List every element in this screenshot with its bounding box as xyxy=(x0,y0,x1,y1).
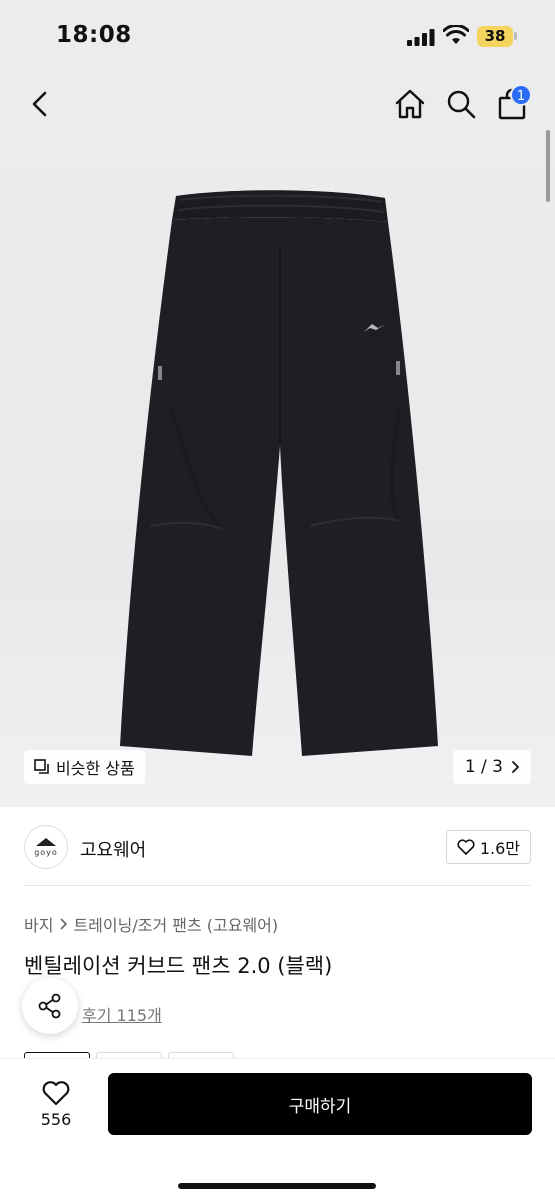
chevron-right-icon xyxy=(512,761,519,773)
cart-count-badge: 1 xyxy=(510,84,532,106)
brand-logo-text: goyo xyxy=(34,848,58,857)
chevron-left-icon xyxy=(32,91,47,117)
divider xyxy=(24,885,531,886)
home-indicator xyxy=(178,1183,376,1189)
similar-products-button[interactable]: 비슷한 상품 xyxy=(24,750,145,784)
share-button[interactable] xyxy=(22,978,78,1034)
battery-tip xyxy=(514,32,517,40)
image-page-indicator[interactable]: 1 / 3 xyxy=(452,750,531,784)
breadcrumb-item[interactable]: 바지 xyxy=(24,912,53,936)
chevron-right-icon xyxy=(60,918,68,930)
status-time: 18:08 xyxy=(56,22,132,48)
breadcrumb-item[interactable]: 트레이닝/조거 팬츠 (고요웨어) xyxy=(73,912,278,936)
battery-indicator: 38 xyxy=(477,26,513,47)
breadcrumb: 바지 트레이닝/조거 팬츠 (고요웨어) xyxy=(24,912,278,936)
heart-icon xyxy=(457,839,475,855)
brand-like-count: 1.6만 xyxy=(479,839,520,858)
back-button[interactable] xyxy=(22,86,58,122)
scrollbar[interactable] xyxy=(546,130,550,202)
heart-icon xyxy=(42,1080,70,1105)
reviews-link[interactable]: 후기 115개 xyxy=(82,1002,162,1026)
mountain-logo-icon xyxy=(36,838,56,846)
home-icon xyxy=(395,89,425,119)
wishlist-button[interactable]: 556 xyxy=(24,1073,88,1135)
share-icon xyxy=(38,993,61,1019)
status-bar: 18:08 38 xyxy=(0,0,555,74)
bottom-action-bar: 556 구매하기 xyxy=(0,1058,555,1200)
search-icon xyxy=(447,90,476,119)
page-indicator-text: 1 / 3 xyxy=(464,757,503,777)
brand-logo[interactable]: goyo xyxy=(24,825,68,869)
product-image-gallery[interactable]: 1 비슷한 상품 1 / 3 xyxy=(0,74,555,807)
brand-row: goyo 고요웨어 1.6만 xyxy=(0,808,555,886)
wishlist-count: 556 xyxy=(40,1109,72,1129)
brand-like-button[interactable]: 1.6만 xyxy=(445,830,531,864)
home-button[interactable] xyxy=(392,86,428,122)
similar-items-icon xyxy=(34,759,49,774)
search-button[interactable] xyxy=(443,86,479,122)
cellular-signal-icon xyxy=(407,29,435,46)
brand-name[interactable]: 고요웨어 xyxy=(80,836,146,862)
similar-products-label: 비슷한 상품 xyxy=(56,759,135,778)
product-title: 벤틸레이션 커브드 팬츠 2.0 (블랙) xyxy=(24,954,333,978)
product-photo xyxy=(120,190,438,756)
buy-button[interactable]: 구매하기 xyxy=(108,1073,532,1135)
wifi-icon xyxy=(443,25,469,44)
